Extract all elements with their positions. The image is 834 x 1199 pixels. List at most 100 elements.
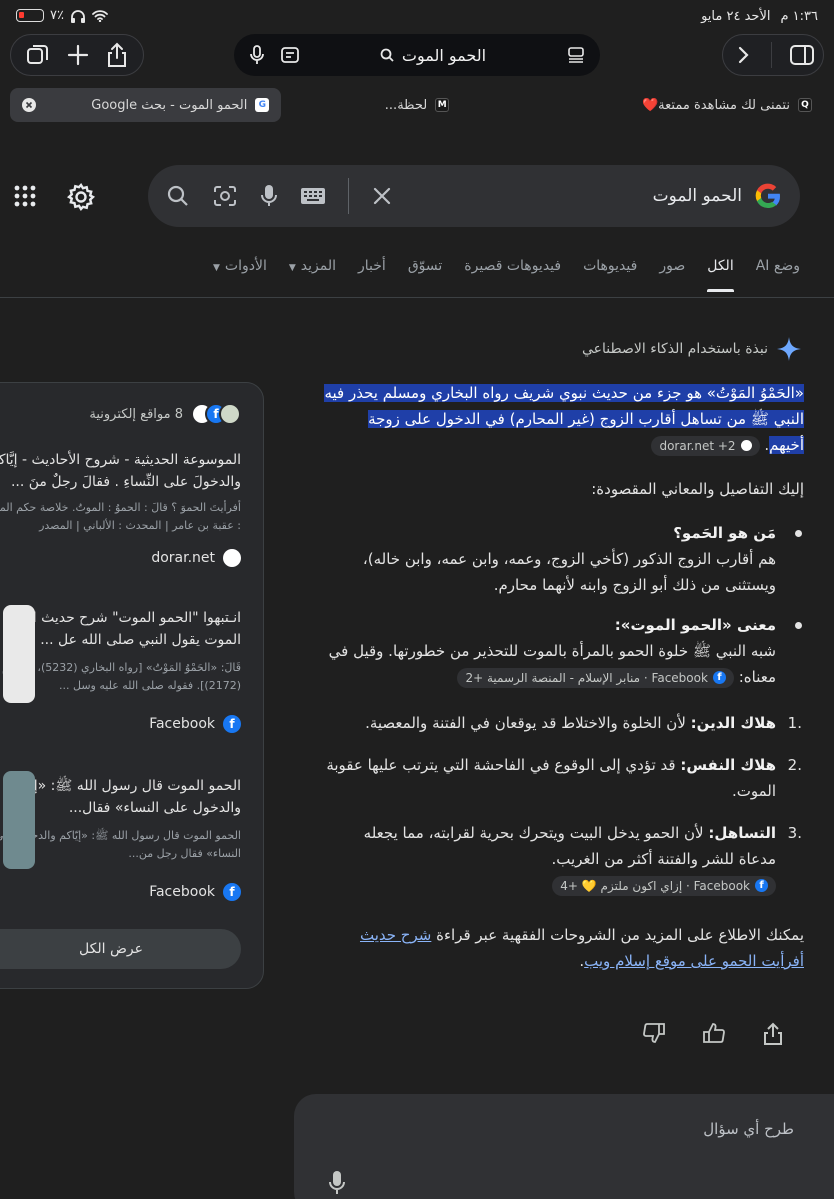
ask-input[interactable]: طرح أي سؤال — [294, 1094, 834, 1199]
card-source: dorar.net — [0, 549, 241, 567]
card-title: انـتبهوا "الحمو الموت" شرح حديث الحمو ال… — [4, 610, 241, 648]
status-datetime: ١:٣٦ م الأحد ٢٤ مايو — [701, 9, 818, 24]
dorar-favicon-icon — [223, 549, 241, 567]
voice-search-icon[interactable] — [260, 184, 278, 208]
google-apps-icon[interactable] — [14, 185, 36, 207]
share-icon[interactable] — [105, 42, 129, 68]
site-favicon-icon — [219, 403, 241, 425]
search-query: الحمو الموت — [652, 186, 742, 206]
reader-icon[interactable] — [566, 46, 586, 64]
tab-title: لحظة... — [384, 97, 428, 113]
close-tab-icon[interactable] — [22, 98, 36, 112]
tab-video[interactable]: Q نتمنى لك مشاهدة ممتعة❤️ — [553, 88, 824, 122]
source-chip-facebook-2[interactable]: f Facebook · إزاي اكون ملتزم 💛 +4 — [552, 875, 776, 896]
tab-google-search[interactable]: G الحمو الموت - بحث Google — [10, 88, 282, 122]
source-card-facebook-1[interactable]: انـتبهوا "الحمو الموت" شرح حديث الحمو ال… — [0, 607, 241, 733]
headphones-icon — [70, 9, 85, 23]
ai-overview-header: نبذة باستخدام الذكاء الاصطناعي — [582, 336, 802, 362]
battery-percent: ٧٪ — [50, 8, 64, 23]
keyboard-icon[interactable] — [300, 186, 326, 206]
clear-icon[interactable] — [371, 185, 393, 207]
sources-summary[interactable]: f 8 مواقع إلكترونية — [0, 403, 241, 425]
sources-count: 8 مواقع إلكترونية — [89, 406, 183, 422]
card-source: f Facebook — [0, 715, 241, 733]
tab-shopping[interactable]: تسوّق — [408, 258, 442, 292]
bullet-meaning: معنى «الحمو الموت»: شبه النبي ﷺ خلوة الح… — [324, 612, 804, 690]
tab-videos[interactable]: فيديوهات — [583, 258, 637, 292]
source-card-facebook-2[interactable]: الحمو الموت قال رسول الله ﷺ: «إيّاكم وال… — [0, 775, 241, 901]
chevron-down-icon: ▼ — [213, 263, 220, 273]
settings-gear-icon[interactable] — [66, 182, 96, 212]
q-favicon-icon: Q — [797, 98, 812, 112]
sparkle-icon — [777, 337, 801, 361]
m-favicon-icon: M — [435, 98, 450, 112]
new-tab-icon[interactable] — [66, 43, 90, 67]
google-logo-icon — [755, 183, 781, 209]
tabs-overview-icon[interactable] — [25, 42, 51, 68]
thumbs-up-icon[interactable] — [702, 1022, 726, 1044]
source-favicons: f — [191, 403, 241, 425]
share-icon[interactable] — [762, 1022, 784, 1046]
search-icon — [380, 48, 394, 62]
card-snippet: الحمو الموت قال رسول الله ﷺ: «إيّاكم وال… — [0, 829, 241, 860]
ai-overview-content: «الحَمْوُ المَوْتُ» هو جزء من حديث نبوي … — [324, 380, 804, 992]
facebook-icon: f — [223, 715, 241, 733]
search-tabs: وضع AI الكل صور فيديوهات فيديوهات قصيرة … — [213, 258, 800, 292]
feedback-actions — [642, 1022, 784, 1046]
ask-placeholder: طرح أي سؤال — [703, 1120, 794, 1138]
wifi-icon — [92, 9, 108, 22]
tab-all[interactable]: الكل — [707, 258, 734, 292]
tab-tools[interactable]: الأدوات▼ — [213, 258, 267, 292]
facebook-icon: f — [223, 883, 241, 901]
toolbar-left-group — [10, 34, 144, 76]
search-box[interactable]: الحمو الموت — [148, 165, 800, 227]
show-all-button[interactable]: عرض الكل — [0, 929, 241, 969]
sources-panel: f 8 مواقع إلكترونية الموسوعة الحديثية - … — [0, 382, 264, 989]
search-icon[interactable] — [166, 184, 190, 208]
card-snippet: قَالَ: «الحَمْوُ المَوْتُ» [رواه البخاري… — [2, 661, 241, 692]
forward-icon[interactable] — [732, 44, 754, 66]
tab-title: الحمو الموت - بحث Google — [91, 97, 248, 113]
numbered-item-1: .1 هلاك الدين: لأن الخلوة والاختلاط قد يو… — [365, 714, 802, 732]
status-indicators: ٧٪ — [16, 8, 108, 23]
status-time: ١:٣٦ م — [780, 9, 818, 24]
tab-ai-mode[interactable]: وضع AI — [756, 258, 800, 292]
toolbar-right-group — [722, 34, 824, 76]
battery-icon — [16, 9, 44, 22]
intro-paragraph: «الحَمْوُ المَوْتُ» هو جزء من حديث نبوي … — [324, 384, 804, 456]
card-title: الموسوعة الحديثية - شروح الأحاديث - إيَّ… — [0, 452, 241, 490]
tab-images[interactable]: صور — [659, 258, 685, 292]
details-intro: إليك التفاصيل والمعاني المقصودة: — [591, 480, 804, 498]
card-thumbnail — [3, 605, 35, 703]
status-date: الأحد ٢٤ مايو — [701, 9, 771, 24]
site-controls-icon[interactable] — [280, 46, 300, 64]
tabs-divider — [0, 297, 834, 298]
status-bar: ١:٣٦ م الأحد ٢٤ مايو ٧٪ — [0, 0, 834, 32]
tab-more[interactable]: المزيد▼ — [289, 258, 336, 292]
facebook-icon: f — [712, 671, 726, 684]
source-card-dorar[interactable]: الموسوعة الحديثية - شروح الأحاديث - إيَّ… — [0, 449, 241, 567]
numbered-item-3: .3 التساهل: لأن الحمو يدخل البيت ويتحرك ب… — [324, 820, 804, 898]
tab-title: نتمنى لك مشاهدة ممتعة❤️ — [642, 97, 790, 113]
source-chip-facebook[interactable]: f Facebook · منابر الإسلام - المنصة الرسم… — [457, 667, 734, 688]
outro-paragraph: يمكنك الاطلاع على المزيد من الشروحات الف… — [359, 926, 804, 970]
card-snippet: أفرأيتَ الحموَ ؟ قالَ : الحموُ : الموتُ.… — [0, 501, 241, 532]
card-title: الحمو الموت قال رسول الله ﷺ: «إيّاكم وال… — [9, 778, 241, 816]
thumbs-down-icon[interactable] — [642, 1022, 666, 1044]
chevron-down-icon: ▼ — [288, 263, 296, 273]
sidebar-icon[interactable] — [789, 44, 815, 66]
card-thumbnail — [3, 771, 35, 869]
address-query: الحمو الموت — [401, 45, 487, 65]
search-box-tools — [166, 178, 393, 214]
source-chip-dorar[interactable]: dorar.net +2 — [651, 435, 760, 456]
bullet-who-is-hamw: مَن هو الحَمو؟ هم أقارب الزوج الذكور (كأ… — [324, 520, 804, 598]
tab-lahza[interactable]: M لحظة... — [281, 88, 552, 122]
tab-news[interactable]: أخبار — [358, 258, 386, 292]
microphone-icon[interactable] — [328, 1170, 346, 1196]
address-bar[interactable]: الحمو الموت — [234, 34, 600, 76]
tab-short-videos[interactable]: فيديوهات قصيرة — [464, 258, 561, 292]
ai-overview-title: نبذة باستخدام الذكاء الاصطناعي — [582, 341, 768, 357]
google-favicon-icon: G — [255, 98, 270, 112]
microphone-icon[interactable] — [248, 45, 266, 65]
lens-icon[interactable] — [212, 184, 238, 208]
